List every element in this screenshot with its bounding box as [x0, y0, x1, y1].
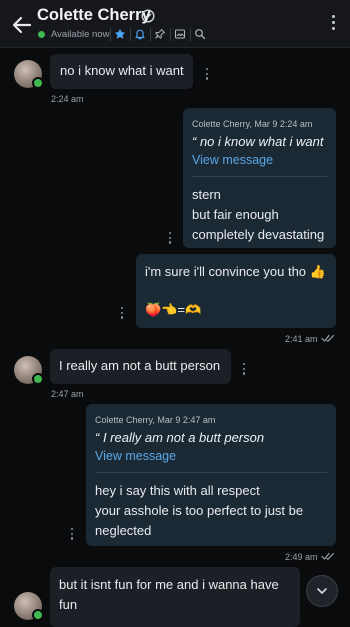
- message-options-icon[interactable]: [240, 363, 248, 377]
- quote-divider: [95, 472, 327, 473]
- message-options-icon[interactable]: [68, 528, 76, 542]
- online-status-dot: [32, 77, 44, 89]
- media-gallery-icon[interactable]: [171, 25, 189, 43]
- message-options-icon[interactable]: [203, 68, 211, 82]
- online-status-dot: [32, 609, 44, 621]
- more-options-icon[interactable]: [330, 15, 336, 33]
- back-arrow-icon[interactable]: [10, 13, 34, 37]
- bell-icon[interactable]: [131, 25, 149, 43]
- read-receipt-icon: [320, 552, 336, 563]
- avatar[interactable]: [14, 356, 44, 385]
- message-text-line: hey i say this with all respect: [95, 483, 260, 498]
- view-message-link[interactable]: View message: [192, 153, 273, 167]
- online-status-dot: [32, 373, 44, 385]
- avatar[interactable]: [14, 592, 44, 621]
- view-message-link[interactable]: View message: [95, 449, 176, 463]
- star-icon[interactable]: [111, 25, 129, 43]
- verified-check-icon: [141, 9, 155, 23]
- message-options-icon[interactable]: [118, 307, 126, 321]
- chevron-down-icon: [317, 588, 327, 594]
- message-time: 2:47 am: [51, 389, 84, 399]
- quote-text: “ I really am not a butt person: [95, 430, 265, 445]
- contact-name[interactable]: Colette Cherry: [37, 6, 151, 25]
- scroll-to-bottom-button[interactable]: [306, 575, 338, 607]
- message-time: 2:41 am: [285, 334, 336, 345]
- message-text-line: but it isnt fun for me and i wanna have: [59, 577, 279, 592]
- emoji-line: 🍑👈=🫶: [145, 302, 202, 317]
- quote-author: Colette Cherry, Mar 9 2:24 am: [192, 119, 313, 129]
- online-status-dot: [38, 31, 45, 38]
- message-text-line: your asshole is too perfect to just be: [95, 503, 304, 518]
- message-text-line: neglected: [95, 523, 152, 538]
- message-time: 2:24 am: [51, 94, 84, 104]
- message-text-line: stern: [192, 187, 221, 202]
- message-text-line: but fair enough: [192, 207, 279, 222]
- quote-author: Colette Cherry, Mar 9 2:47 am: [95, 415, 216, 425]
- quote-divider: [192, 176, 327, 177]
- chat-header: Colette Cherry Available now: [0, 0, 350, 48]
- message-options-icon[interactable]: [166, 232, 174, 246]
- search-icon[interactable]: [191, 25, 209, 43]
- message-text: no i know what i want: [60, 63, 184, 78]
- message-time: 2:49 am: [285, 552, 336, 563]
- status-text: Available now: [51, 29, 110, 40]
- avatar[interactable]: [14, 60, 44, 89]
- quote-text: “ no i know what i want: [192, 134, 324, 149]
- pin-icon[interactable]: [151, 25, 169, 43]
- message-text-line: completely devastating: [192, 227, 325, 242]
- message-text: I really am not a butt person: [59, 358, 221, 373]
- message-text-line: fun: [59, 597, 78, 612]
- message-text-line: i'm sure i'll convince you tho 👍: [145, 264, 326, 279]
- read-receipt-icon: [320, 334, 336, 345]
